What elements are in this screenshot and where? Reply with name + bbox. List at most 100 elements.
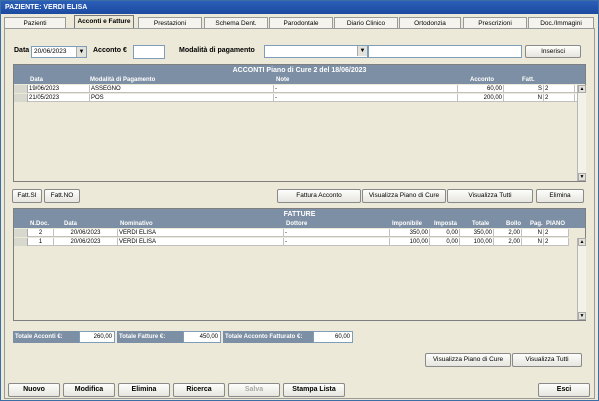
cell-piano: 2 (544, 229, 569, 237)
visualizza-tutti-fatture-button[interactable]: Visualizza Tutti (512, 353, 582, 367)
table-row[interactable]: 19/06/2023 ASSEGNO - 60,00 S 2 (14, 85, 577, 93)
cell-piano: 2 (544, 238, 569, 246)
cell-n: 2 (544, 85, 575, 93)
col-imposta: Imposta (434, 221, 458, 227)
row-selector[interactable] (14, 229, 28, 237)
totale-fatture-value: 450,00 (183, 331, 221, 343)
visualizza-tutti-button[interactable]: Visualizza Tutti (447, 189, 533, 203)
totale-fatture-label: Totale Fatture €: (117, 331, 183, 343)
date-field[interactable]: 20/06/2023 ▼ (31, 46, 87, 58)
cell-data: 20/06/2023 (54, 229, 118, 237)
chevron-down-icon[interactable]: ▼ (76, 47, 86, 57)
table-row[interactable]: 2 20/06/2023 VERDI ELISA - 350,00 0,00 3… (14, 229, 569, 237)
col-note: Note (276, 77, 290, 83)
ricerca-button[interactable]: Ricerca (173, 383, 225, 397)
col-fatt: Fatt. (522, 77, 535, 83)
cell-bollo: 2,00 (494, 229, 522, 237)
main-window: PAZIENTE: VERDI ELISA Pazienti Acconti e… (0, 0, 599, 401)
col-data: Data (30, 77, 44, 83)
fatture-scrollbar[interactable]: ▲ ▼ (577, 238, 586, 320)
col-pag: Pag. (530, 221, 543, 227)
cell-acconto: 200,00 (458, 94, 504, 102)
scroll-down-icon[interactable]: ▼ (578, 173, 586, 181)
acconti-fatture-panel: Data 20/06/2023 ▼ Acconto € Modalità di … (4, 28, 595, 399)
note-field[interactable] (368, 45, 522, 58)
row-selector[interactable] (14, 94, 28, 102)
cell-totale: 350,00 (460, 229, 494, 237)
esci-button[interactable]: Esci (538, 383, 590, 397)
tab-doc-immagini[interactable]: Doc./Immagini (528, 17, 594, 28)
tab-parodontale[interactable]: Parodontale (269, 17, 333, 28)
visualizza-piano-fatture-button[interactable]: Visualizza Piano di Cure (425, 353, 511, 367)
cell-bollo: 2,00 (494, 238, 522, 246)
table-row[interactable]: 21/05/2023 POS - 200,00 N 2 (14, 94, 577, 102)
totale-acconti-value: 260,00 (79, 331, 115, 343)
visualizza-piano-button[interactable]: Visualizza Piano di Cure (362, 189, 446, 203)
scroll-up-icon[interactable]: ▲ (578, 238, 586, 246)
col-piano: PIANO (546, 221, 566, 227)
elimina-button[interactable]: Elimina (118, 383, 170, 397)
cell-acconto: 60,00 (458, 85, 504, 93)
tab-acconti-fatture[interactable]: Acconti e Fatture (74, 15, 134, 29)
fattura-acconto-button[interactable]: Fattura Acconto (277, 189, 361, 203)
tab-prescrizioni[interactable]: Prescrizioni (463, 17, 527, 28)
col-ndoc: N.Doc. (30, 221, 50, 227)
cell-modalita: POS (90, 94, 274, 102)
cell-n: 2 (544, 94, 575, 102)
tab-pazienti[interactable]: Pazienti (4, 17, 66, 28)
acconti-scrollbar[interactable]: ▲ ▼ (577, 85, 586, 181)
col-data: Data (64, 221, 78, 227)
row-selector[interactable] (14, 238, 28, 246)
tab-ortodonzia[interactable]: Ortodonzia (399, 17, 461, 28)
fatt-no-button[interactable]: Fatt.NO (44, 189, 80, 203)
scroll-up-icon[interactable]: ▲ (578, 85, 586, 93)
cell-dottore: - (284, 238, 390, 246)
col-bollo: Bollo (506, 221, 521, 227)
modifica-button[interactable]: Modifica (63, 383, 115, 397)
elimina-acconto-button[interactable]: Elimina (536, 189, 584, 203)
tab-schema-dent[interactable]: Schema Dent. (204, 17, 268, 28)
cell-totale: 100,00 (460, 238, 494, 246)
cell-nominativo: VERDI ELISA (118, 238, 284, 246)
col-modalita: Modalità di Pagamento (90, 77, 156, 83)
col-dottore: Dottore (286, 221, 308, 227)
modalita-label: Modalità di pagamento (179, 47, 255, 54)
fatture-header: N.Doc. Data Nominativo Dottore Imponibil… (14, 220, 585, 228)
cell-note: - (274, 85, 458, 93)
fatt-si-button[interactable]: Fatt.SI (12, 189, 42, 203)
cell-imponibile: 350,00 (390, 229, 430, 237)
cell-pag: N (522, 229, 544, 237)
tab-prestazioni[interactable]: Prestazioni (138, 17, 202, 28)
modalita-select[interactable]: ▼ (264, 45, 368, 58)
cell-imposta: 0,00 (430, 229, 460, 237)
date-label: Data (14, 47, 30, 54)
totale-fatturato-label: Totale Acconto Fatturato €: (223, 331, 313, 343)
totale-fatturato-value: 60,00 (313, 331, 353, 343)
fatture-grid: FATTURE N.Doc. Data Nominativo Dottore I… (13, 208, 586, 321)
totale-acconti-label: Totale Acconti €: (13, 331, 79, 343)
stampa-lista-button[interactable]: Stampa Lista (283, 383, 345, 397)
scroll-down-icon[interactable]: ▼ (578, 312, 586, 320)
cell-fatt: N (504, 94, 544, 102)
col-imponibile: Imponibile (392, 221, 422, 227)
window-title: PAZIENTE: VERDI ELISA (1, 1, 598, 14)
cell-nominativo: VERDI ELISA (118, 229, 284, 237)
salva-button[interactable]: Salva (228, 383, 280, 397)
col-nominativo: Nominativo (120, 221, 153, 227)
inserisci-button[interactable]: Inserisci (525, 45, 581, 58)
tab-diario-clinico[interactable]: Diario Clinico (334, 17, 398, 28)
cell-imposta: 0,00 (430, 238, 460, 246)
cell-data: 21/05/2023 (28, 94, 90, 102)
row-selector[interactable] (14, 85, 28, 93)
cell-data: 19/06/2023 (28, 85, 90, 93)
cell-pag: N (522, 238, 544, 246)
acconto-field[interactable] (133, 45, 165, 59)
nuovo-button[interactable]: Nuovo (8, 383, 60, 397)
table-row[interactable]: 1 20/06/2023 VERDI ELISA - 100,00 0,00 1… (14, 238, 569, 246)
cell-fatt: S (504, 85, 544, 93)
cell-imponibile: 100,00 (390, 238, 430, 246)
cell-ndoc: 2 (28, 229, 54, 237)
cell-data: 20/06/2023 (54, 238, 118, 246)
cell-modalita: ASSEGNO (90, 85, 274, 93)
chevron-down-icon[interactable]: ▼ (357, 46, 367, 56)
